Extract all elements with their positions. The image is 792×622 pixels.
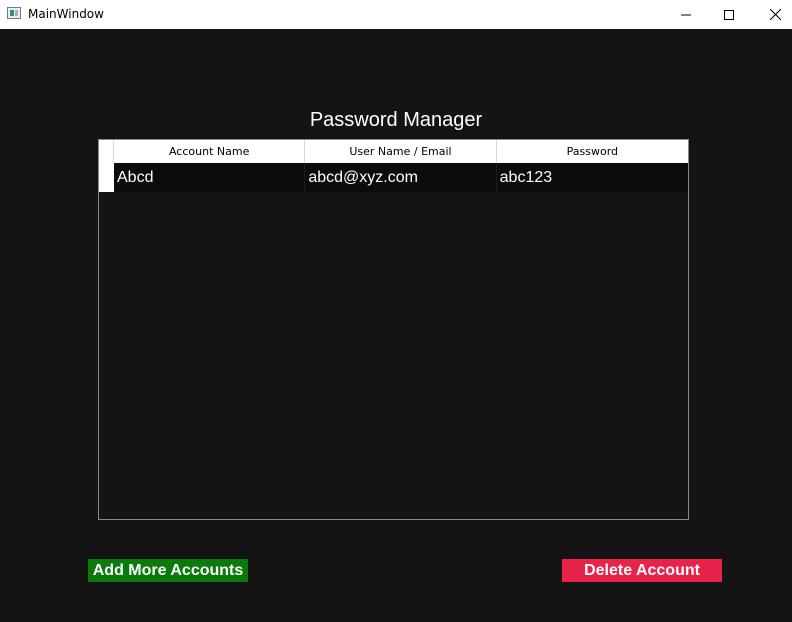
minimize-button[interactable]: [663, 0, 709, 29]
row-header[interactable]: [99, 163, 114, 192]
close-button[interactable]: [752, 0, 792, 29]
account-name-cell[interactable]: Abcd: [114, 163, 306, 192]
table-corner-button[interactable]: [99, 140, 114, 163]
app-icon: [7, 7, 21, 19]
table-row[interactable]: Abcd abcd@xyz.com abc123: [114, 163, 688, 192]
user-email-cell[interactable]: abcd@xyz.com: [305, 163, 497, 192]
window-title: MainWindow: [28, 7, 104, 21]
title-bar: MainWindow: [0, 0, 792, 29]
close-icon: [769, 9, 781, 20]
column-header-account-name[interactable]: Account Name: [114, 140, 306, 163]
delete-account-button[interactable]: Delete Account: [562, 559, 722, 582]
maximize-icon: [724, 9, 734, 20]
add-more-accounts-button[interactable]: Add More Accounts: [88, 559, 248, 582]
page-title: Password Manager: [309, 109, 483, 131]
maximize-button[interactable]: [706, 0, 752, 29]
column-header-password[interactable]: Password: [497, 140, 688, 163]
column-header-user-email[interactable]: User Name / Email: [305, 140, 497, 163]
password-cell[interactable]: abc123: [497, 163, 688, 192]
minimize-icon: [681, 14, 691, 15]
accounts-table[interactable]: Account Name User Name / Email Password …: [98, 139, 689, 520]
table-header: Account Name User Name / Email Password: [114, 140, 688, 163]
